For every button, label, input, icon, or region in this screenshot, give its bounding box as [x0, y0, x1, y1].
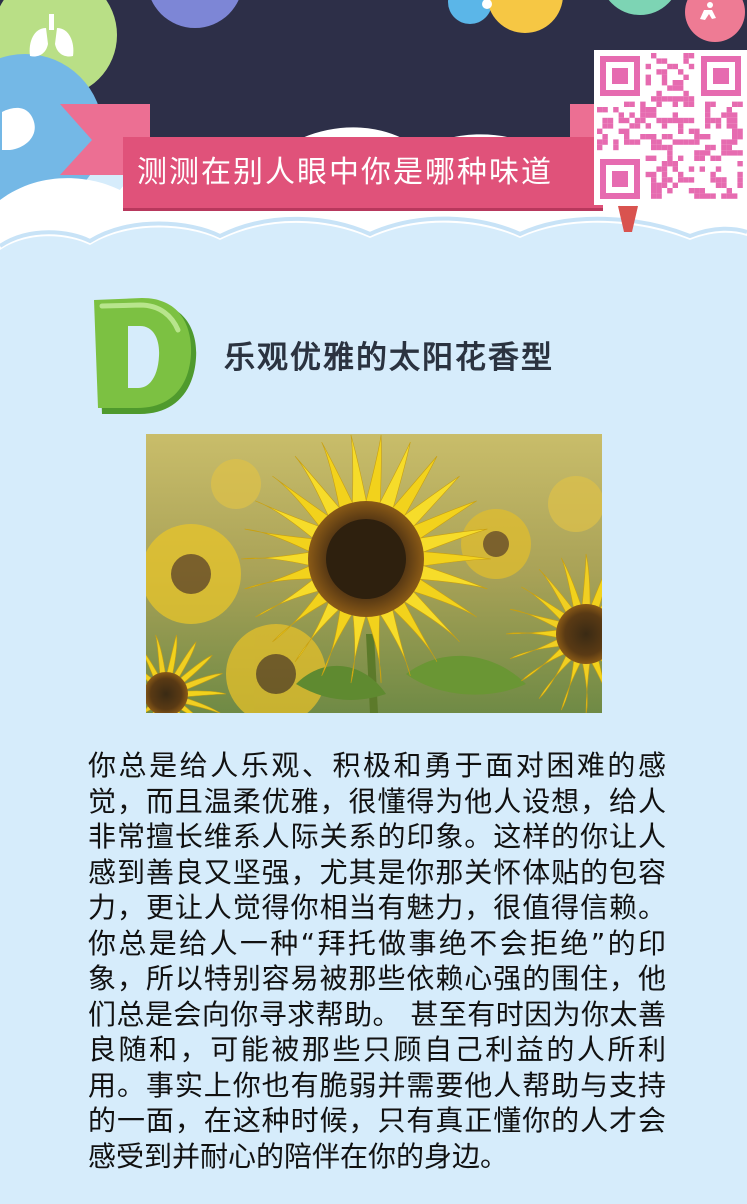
sunflower-photo	[146, 434, 602, 713]
grade-badge: D	[90, 296, 202, 418]
page-title-ribbon: 测测在别人眼中你是哪种味道	[123, 137, 603, 208]
grade-letter: D	[90, 296, 91, 297]
page-title: 测测在别人眼中你是哪种味道	[137, 155, 553, 190]
result-type-title: 乐观优雅的太阳花香型	[224, 340, 554, 376]
qr-code-icon[interactable]	[594, 50, 747, 205]
result-description: 你总是给人乐观、积极和勇于面对困难的感觉，而且温柔优雅，很懂得为他人设想，给人非…	[88, 749, 666, 1173]
